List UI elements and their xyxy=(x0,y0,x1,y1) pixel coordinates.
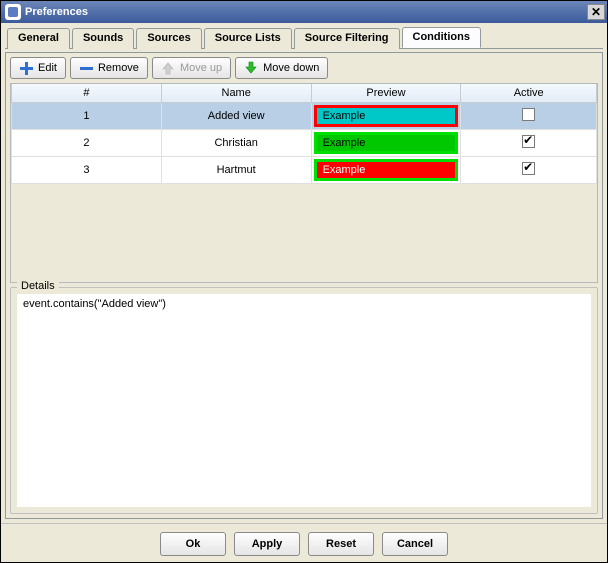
move-down-label: Move down xyxy=(263,62,319,74)
preview-swatch: Example xyxy=(314,132,459,154)
conditions-table: # Name Preview Active 1Added viewExample… xyxy=(11,84,597,184)
cell-index: 1 xyxy=(12,102,162,129)
col-name[interactable]: Name xyxy=(161,84,311,102)
col-preview[interactable]: Preview xyxy=(311,84,461,102)
table-row[interactable]: 1Added viewExample xyxy=(12,102,597,129)
cell-active xyxy=(461,156,597,183)
conditions-table-wrap: # Name Preview Active 1Added viewExample… xyxy=(10,83,598,283)
table-header-row[interactable]: # Name Preview Active xyxy=(12,84,597,102)
tab-general[interactable]: General xyxy=(7,28,70,49)
col-active[interactable]: Active xyxy=(461,84,597,102)
tab-source-filtering[interactable]: Source Filtering xyxy=(294,28,400,49)
remove-button[interactable]: Remove xyxy=(70,57,148,79)
reset-button[interactable]: Reset xyxy=(308,532,374,556)
active-checkbox[interactable] xyxy=(522,162,535,175)
active-checkbox[interactable] xyxy=(522,108,535,121)
window-title: Preferences xyxy=(25,6,587,18)
arrow-down-icon xyxy=(244,61,258,75)
tab-sounds[interactable]: Sounds xyxy=(72,28,134,49)
dialog-footer: Ok Apply Reset Cancel xyxy=(1,523,607,562)
preferences-window: Preferences ✕ General Sounds Sources Sou… xyxy=(0,0,608,563)
content-area: General Sounds Sources Source Lists Sour… xyxy=(1,23,607,523)
active-checkbox[interactable] xyxy=(522,135,535,148)
tabstrip: General Sounds Sources Source Lists Sour… xyxy=(5,27,603,49)
plus-icon xyxy=(19,61,33,75)
tab-sources[interactable]: Sources xyxy=(136,28,201,49)
move-down-button[interactable]: Move down xyxy=(235,57,328,79)
table-row[interactable]: 2ChristianExample xyxy=(12,129,597,156)
preview-swatch: Example xyxy=(314,105,459,127)
details-legend: Details xyxy=(17,280,59,292)
toolbar: Edit Remove Move up Move down xyxy=(10,57,598,79)
cancel-button[interactable]: Cancel xyxy=(382,532,448,556)
preview-swatch: Example xyxy=(314,159,459,181)
conditions-panel: Edit Remove Move up Move down xyxy=(5,52,603,519)
details-text: event.contains("Added view") xyxy=(17,294,591,507)
cell-index: 2 xyxy=(12,129,162,156)
cell-active xyxy=(461,129,597,156)
cell-name: Added view xyxy=(161,102,311,129)
arrow-up-icon xyxy=(161,61,175,75)
move-up-label: Move up xyxy=(180,62,222,74)
edit-label: Edit xyxy=(38,62,57,74)
ok-button[interactable]: Ok xyxy=(160,532,226,556)
move-up-button[interactable]: Move up xyxy=(152,57,231,79)
remove-label: Remove xyxy=(98,62,139,74)
edit-button[interactable]: Edit xyxy=(10,57,66,79)
apply-button[interactable]: Apply xyxy=(234,532,300,556)
tab-source-lists[interactable]: Source Lists xyxy=(204,28,292,49)
table-row[interactable]: 3HartmutExample xyxy=(12,156,597,183)
cell-preview: Example xyxy=(311,129,461,156)
col-index[interactable]: # xyxy=(12,84,162,102)
details-group: Details event.contains("Added view") xyxy=(10,287,598,514)
titlebar: Preferences ✕ xyxy=(1,1,607,23)
tab-conditions[interactable]: Conditions xyxy=(402,27,481,48)
cell-active xyxy=(461,102,597,129)
cell-index: 3 xyxy=(12,156,162,183)
cell-name: Hartmut xyxy=(161,156,311,183)
cell-preview: Example xyxy=(311,156,461,183)
close-button[interactable]: ✕ xyxy=(587,4,605,20)
cell-name: Christian xyxy=(161,129,311,156)
app-icon xyxy=(5,4,21,20)
cell-preview: Example xyxy=(311,102,461,129)
minus-icon xyxy=(79,61,93,75)
